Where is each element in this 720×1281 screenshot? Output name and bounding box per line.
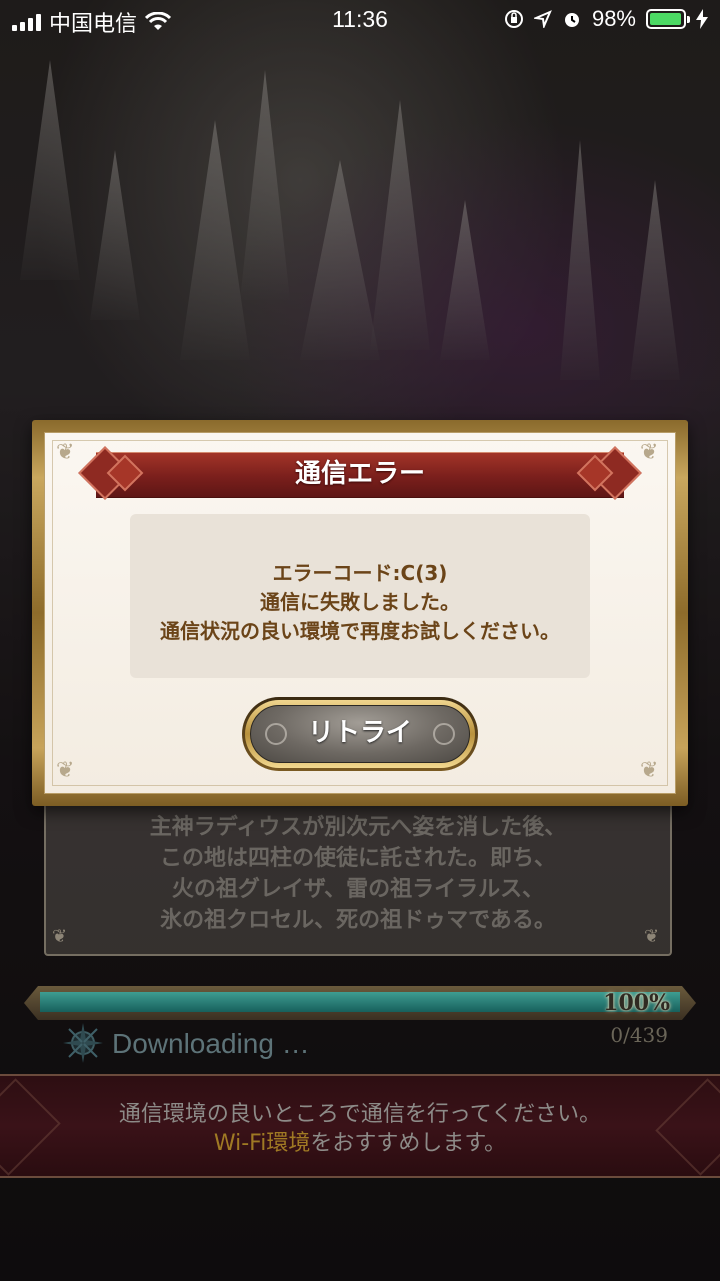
game-screen: 中国电信 11:36 98% ❦ ❦ 主神ラディウスが別次元へ姿を消した後、 こ… bbox=[0, 0, 720, 1281]
ornament-icon: ❦ bbox=[56, 440, 75, 465]
alarm-icon bbox=[564, 13, 579, 27]
ornament-icon: ❦ bbox=[56, 758, 75, 783]
error-message-line1: 通信に失敗しました。 bbox=[260, 590, 460, 614]
charging-icon bbox=[696, 9, 708, 29]
battery-percent: 98% bbox=[591, 6, 636, 31]
banner-text-line1: 通信環境の良いところで通信を行ってください。 bbox=[118, 1102, 602, 1127]
download-count: 0/439 bbox=[610, 1023, 668, 1047]
retry-button[interactable]: リトライ bbox=[242, 697, 478, 771]
progress-percent: 100% bbox=[603, 990, 670, 1016]
story-line: この地は四柱の使徒に託された。即ち、 bbox=[159, 846, 556, 871]
ornament-icon: ❦ bbox=[640, 440, 659, 465]
status-bar: 中国电信 11:36 98% bbox=[0, 0, 720, 40]
dialog-title: 通信エラー bbox=[294, 459, 425, 489]
story-line: 主神ラディウスが別次元へ姿を消した後、 bbox=[149, 815, 567, 840]
story-line: 火の祖グレイザ、雷の祖ライラルス、 bbox=[171, 877, 545, 902]
swirl-ornament-icon bbox=[265, 723, 287, 745]
story-text: 主神ラディウスが別次元へ姿を消した後、 この地は四柱の使徒に託された。即ち、 火… bbox=[44, 812, 672, 936]
banner-text-line2: Wi-Fi環境をおすすめします。 bbox=[0, 1125, 720, 1157]
orientation-lock-icon bbox=[504, 10, 523, 28]
swirl-ornament-icon bbox=[433, 723, 455, 745]
error-code: エラーコード:C(3) bbox=[272, 561, 448, 585]
location-icon bbox=[533, 10, 552, 28]
retry-label: リトライ bbox=[307, 718, 412, 748]
ornament-icon: ❦ bbox=[640, 758, 659, 783]
banner-text-rest: をおすすめします。 bbox=[310, 1131, 507, 1156]
progress-fill bbox=[40, 992, 680, 1012]
error-message-line2: 通信状況の良い環境で再度お試しください。 bbox=[160, 619, 560, 643]
battery-icon bbox=[646, 9, 690, 29]
wifi-highlight: Wi-Fi環境 bbox=[213, 1131, 311, 1156]
compass-star-icon bbox=[63, 1023, 103, 1063]
story-line: 氷の祖クロセル、死の祖ドゥマである。 bbox=[160, 908, 556, 933]
downloading-label: Downloading … bbox=[112, 1028, 310, 1059]
